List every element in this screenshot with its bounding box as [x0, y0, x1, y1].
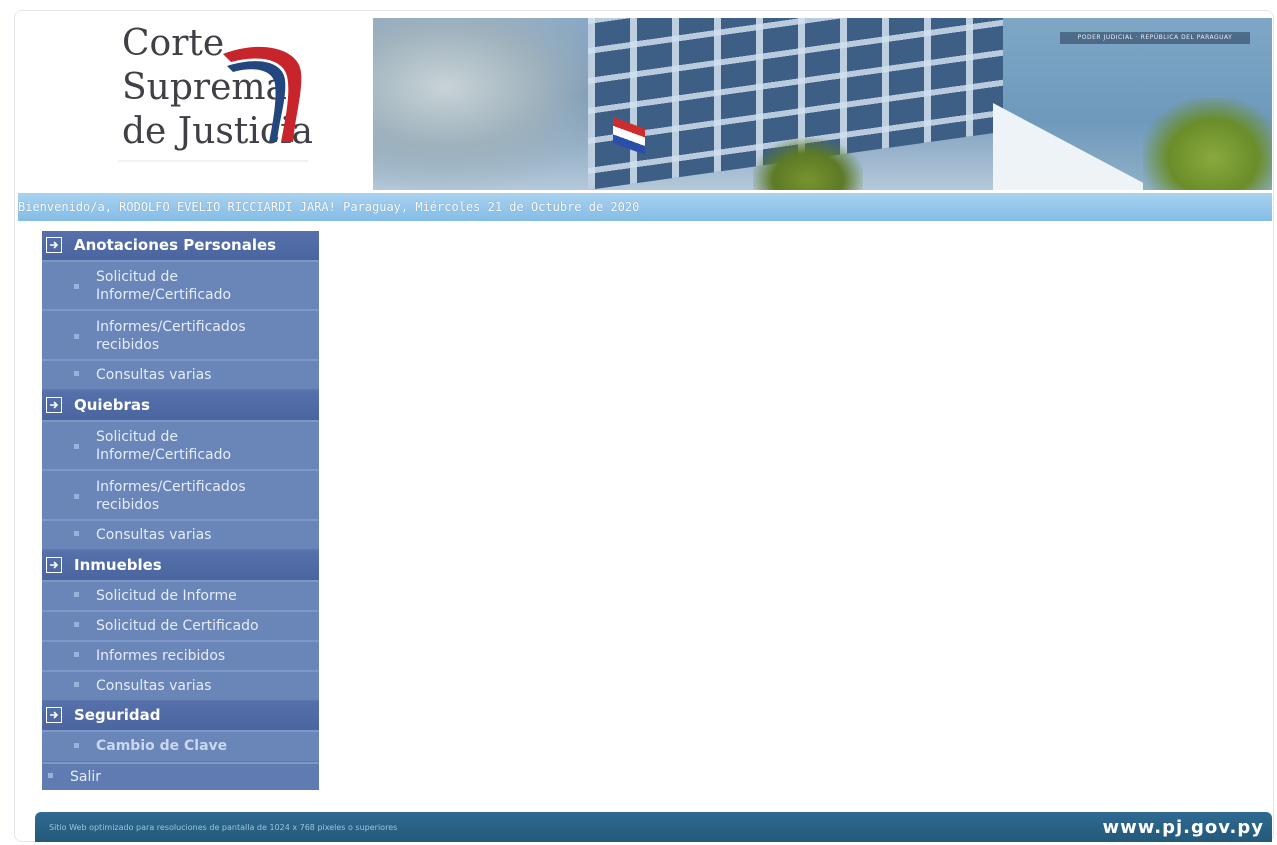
menu-item-salir[interactable]: Salir [42, 762, 319, 790]
menu-item-inmuebles-recibidos[interactable]: Informes recibidos [42, 640, 319, 670]
exit-label: Salir [70, 769, 102, 785]
expand-icon [46, 557, 62, 573]
menu-item-quiebras-recibidos[interactable]: Informes/Certificados recibidos [42, 469, 319, 519]
menu-item-label: Solicitud de Informe/Certificado [96, 269, 232, 303]
logo-divider [118, 160, 308, 162]
bullet-icon [48, 773, 53, 778]
expand-icon [46, 707, 62, 723]
menu-item-label: Solicitud de Informe [96, 588, 237, 604]
menu-section-label: Inmuebles [74, 556, 162, 574]
menu-item-inmuebles-solicitud-certificado[interactable]: Solicitud de Certificado [42, 610, 319, 640]
menu-item-label: Informes/Certificados recibidos [96, 479, 246, 513]
bullet-icon [74, 682, 79, 687]
menu-item-label: Consultas varias [96, 527, 212, 543]
bullet-icon [74, 652, 79, 657]
welcome-text: Bienvenido/a, RODOLFO EVELIO RICCIARDI J… [18, 200, 640, 214]
menu-item-label: Informes recibidos [96, 648, 226, 664]
footer-site-url[interactable]: www.pj.gov.py [1103, 817, 1264, 839]
bullet-icon [74, 444, 79, 449]
bullet-icon [74, 531, 79, 536]
bullet-icon [74, 494, 79, 499]
menu-item-label: Solicitud de Certificado [96, 618, 259, 634]
expand-icon [46, 397, 62, 413]
menu-item-label: Solicitud de Informe/Certificado [96, 429, 232, 463]
bullet-icon [74, 371, 79, 376]
expand-icon [46, 237, 62, 253]
menu-item-quiebras-solicitud[interactable]: Solicitud de Informe/Certificado [42, 420, 319, 469]
footer-bar: Sitio Web optimizado para resoluciones d… [35, 812, 1272, 842]
side-menu: Anotaciones Personales Solicitud de Info… [42, 231, 319, 790]
menu-section-inmuebles[interactable]: Inmuebles [42, 551, 319, 580]
logo: Corte Suprema de Justicia [18, 18, 373, 190]
banner-tag: PODER JUDICIAL · REPÚBLICA DEL PARAGUAY [1060, 32, 1250, 44]
menu-item-inmuebles-solicitud-informe[interactable]: Solicitud de Informe [42, 580, 319, 610]
bullet-icon [74, 284, 79, 289]
menu-section-seguridad[interactable]: Seguridad [42, 701, 319, 730]
menu-section-label: Anotaciones Personales [74, 236, 277, 254]
menu-item-anotaciones-consultas[interactable]: Consultas varias [42, 359, 319, 389]
menu-item-cambio-de-clave[interactable]: Cambio de Clave [42, 730, 319, 761]
bullet-icon [74, 334, 79, 339]
menu-item-label: Informes/Certificados recibidos [96, 319, 246, 353]
menu-item-anotaciones-recibidos[interactable]: Informes/Certificados recibidos [42, 309, 319, 359]
header: Corte Suprema de Justicia PODER JUDICIAL… [18, 18, 1272, 190]
bullet-icon [74, 592, 79, 597]
menu-item-quiebras-consultas[interactable]: Consultas varias [42, 519, 319, 549]
menu-item-label: Consultas varias [96, 367, 212, 383]
menu-item-inmuebles-consultas[interactable]: Consultas varias [42, 670, 319, 700]
welcome-bar: Bienvenido/a, RODOLFO EVELIO RICCIARDI J… [18, 193, 1272, 221]
menu-section-label: Seguridad [74, 706, 161, 724]
menu-section-quiebras[interactable]: Quiebras [42, 391, 319, 420]
menu-item-label: Consultas varias [96, 678, 212, 694]
menu-section-anotaciones-personales[interactable]: Anotaciones Personales [42, 231, 319, 260]
footer-note: Sitio Web optimizado para resoluciones d… [49, 823, 398, 832]
menu-item-label: Cambio de Clave [96, 738, 228, 754]
logo-swoosh-icon [223, 46, 302, 142]
menu-item-anotaciones-solicitud[interactable]: Solicitud de Informe/Certificado [42, 260, 319, 309]
bullet-icon [74, 622, 79, 627]
menu-section-label: Quiebras [74, 396, 150, 414]
header-banner-photo: PODER JUDICIAL · REPÚBLICA DEL PARAGUAY [373, 18, 1272, 190]
bullet-icon [74, 743, 79, 748]
